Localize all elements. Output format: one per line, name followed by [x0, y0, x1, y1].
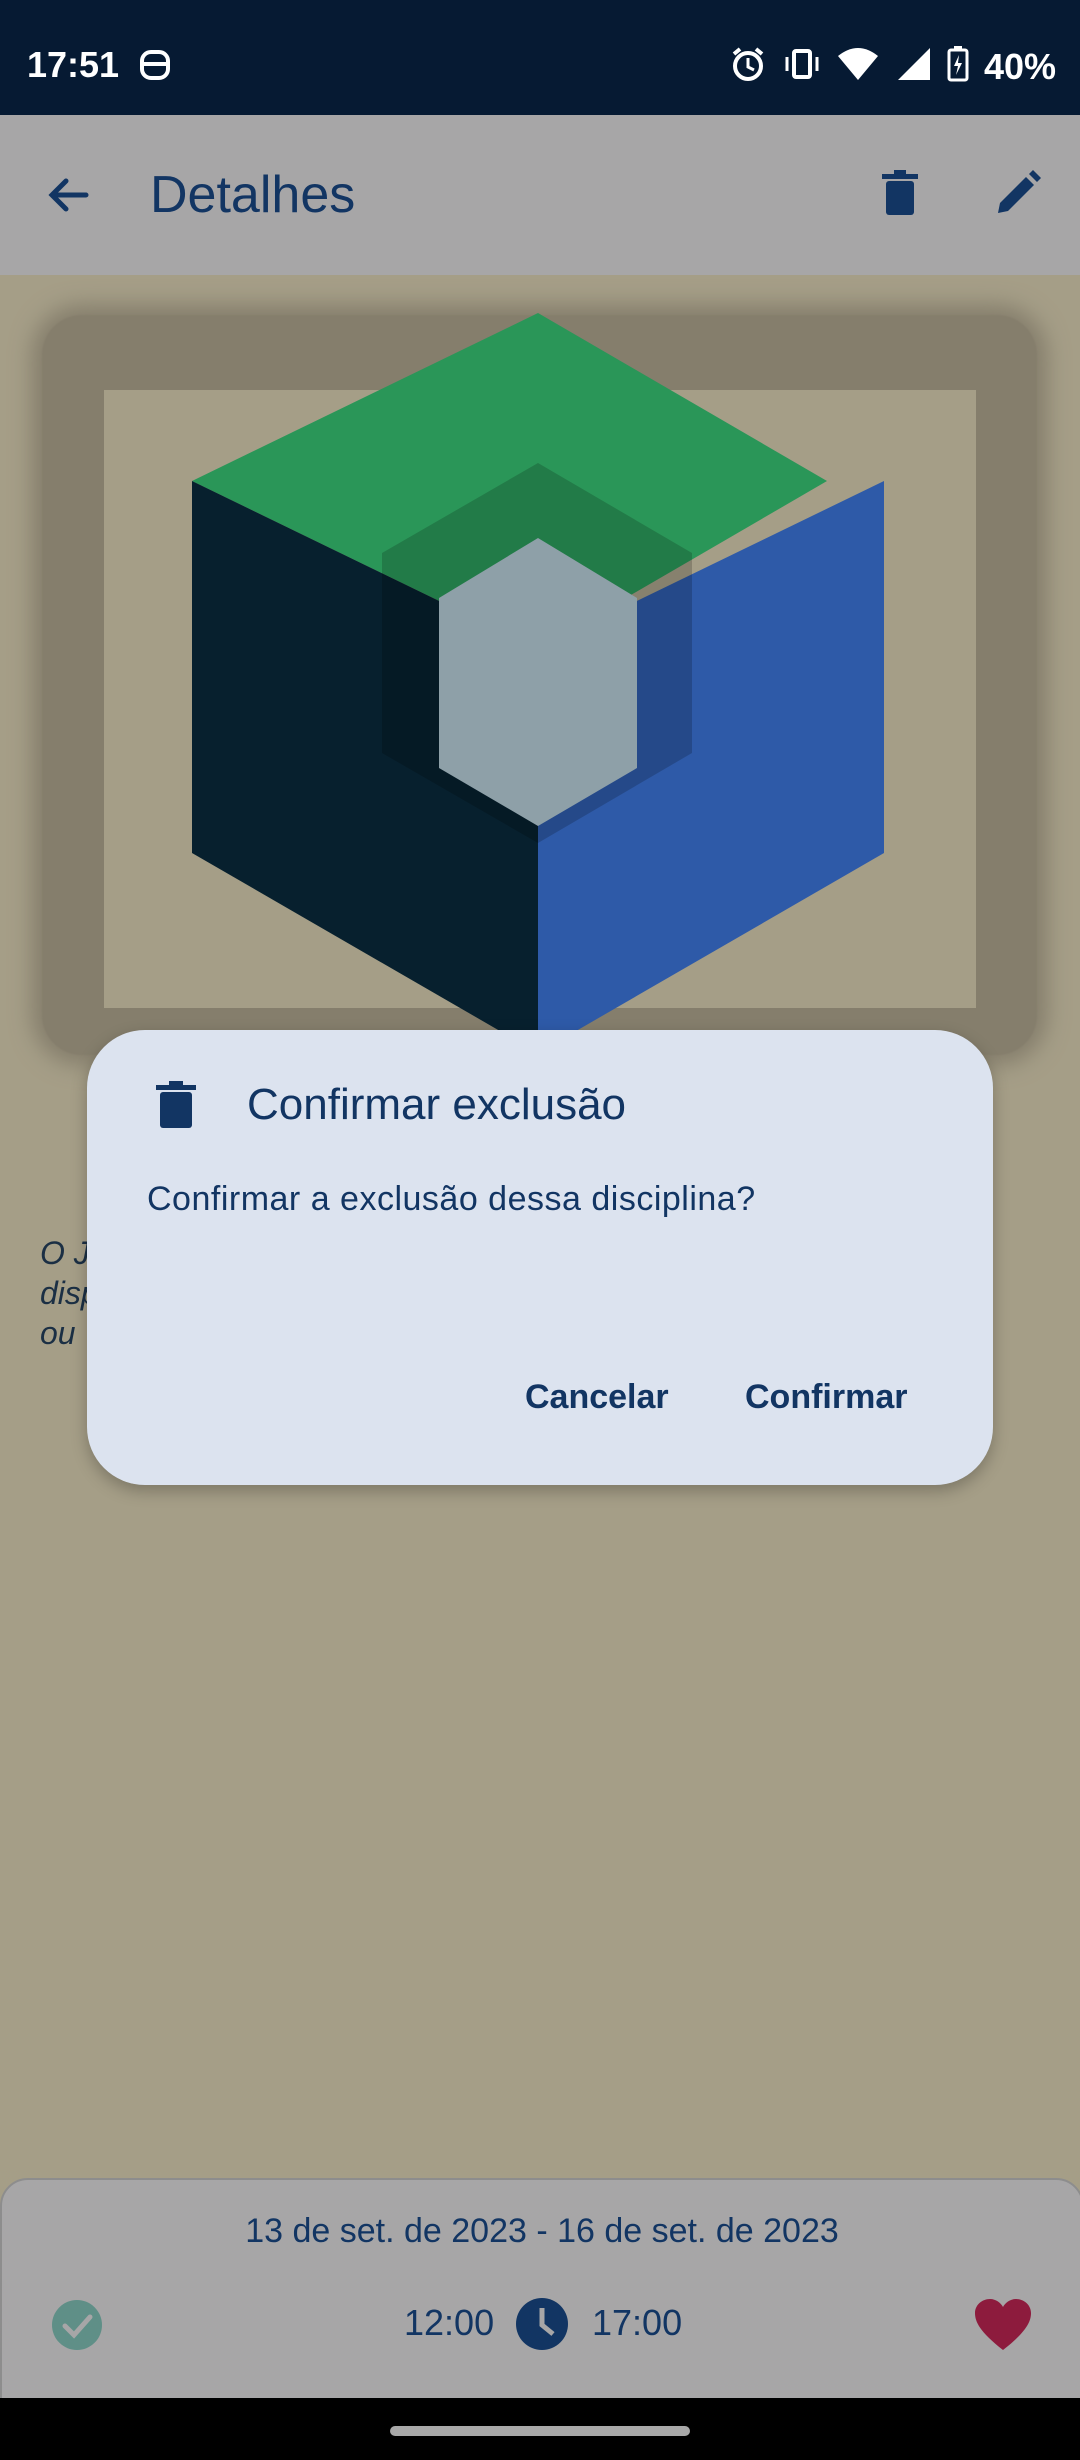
signal-icon: [894, 44, 932, 89]
jetpack-compose-logo: [192, 313, 884, 1053]
home-gesture-handle[interactable]: [390, 2426, 690, 2436]
alarm-icon: [728, 44, 768, 89]
start-time: 12:00: [404, 2302, 495, 2343]
page-title: Detalhes: [150, 166, 356, 224]
end-time: 17:00: [592, 2302, 683, 2343]
confirm-button[interactable]: Confirmar: [729, 1368, 923, 1427]
status-time: 17:51: [27, 44, 120, 85]
wifi-icon: [836, 44, 880, 89]
android-head-icon: [138, 44, 172, 89]
status-bar: 17:51 40%: [0, 0, 1080, 115]
dialog-message: Confirmar a exclusão dessa disciplina?: [147, 1180, 756, 1218]
date-range: 13 de set. de 2023 - 16 de set. de 2023: [245, 2212, 839, 2250]
clock-icon: [514, 2296, 570, 2352]
bottom-info-panel: 13 de set. de 2023 - 16 de set. de 2023 …: [0, 2178, 1080, 2402]
back-arrow-icon[interactable]: [40, 167, 96, 223]
check-circle-icon[interactable]: [50, 2298, 104, 2352]
vibrate-icon: [782, 44, 822, 89]
top-app-bar: Detalhes: [0, 115, 1080, 275]
pencil-icon[interactable]: [990, 165, 1046, 221]
trash-icon[interactable]: [872, 165, 928, 221]
cancel-button[interactable]: Cancelar: [509, 1368, 685, 1427]
battery-charging-icon: [946, 44, 970, 89]
confirm-delete-dialog: Confirmar exclusão Confirmar a exclusão …: [87, 1030, 993, 1485]
dialog-title: Confirmar exclusão: [247, 1080, 627, 1129]
status-icons: 40%: [728, 44, 1056, 89]
heart-icon[interactable]: [974, 2298, 1032, 2352]
system-nav-bar: [0, 2398, 1080, 2460]
battery-level: 40%: [983, 45, 1056, 87]
trash-icon: [153, 1080, 199, 1130]
